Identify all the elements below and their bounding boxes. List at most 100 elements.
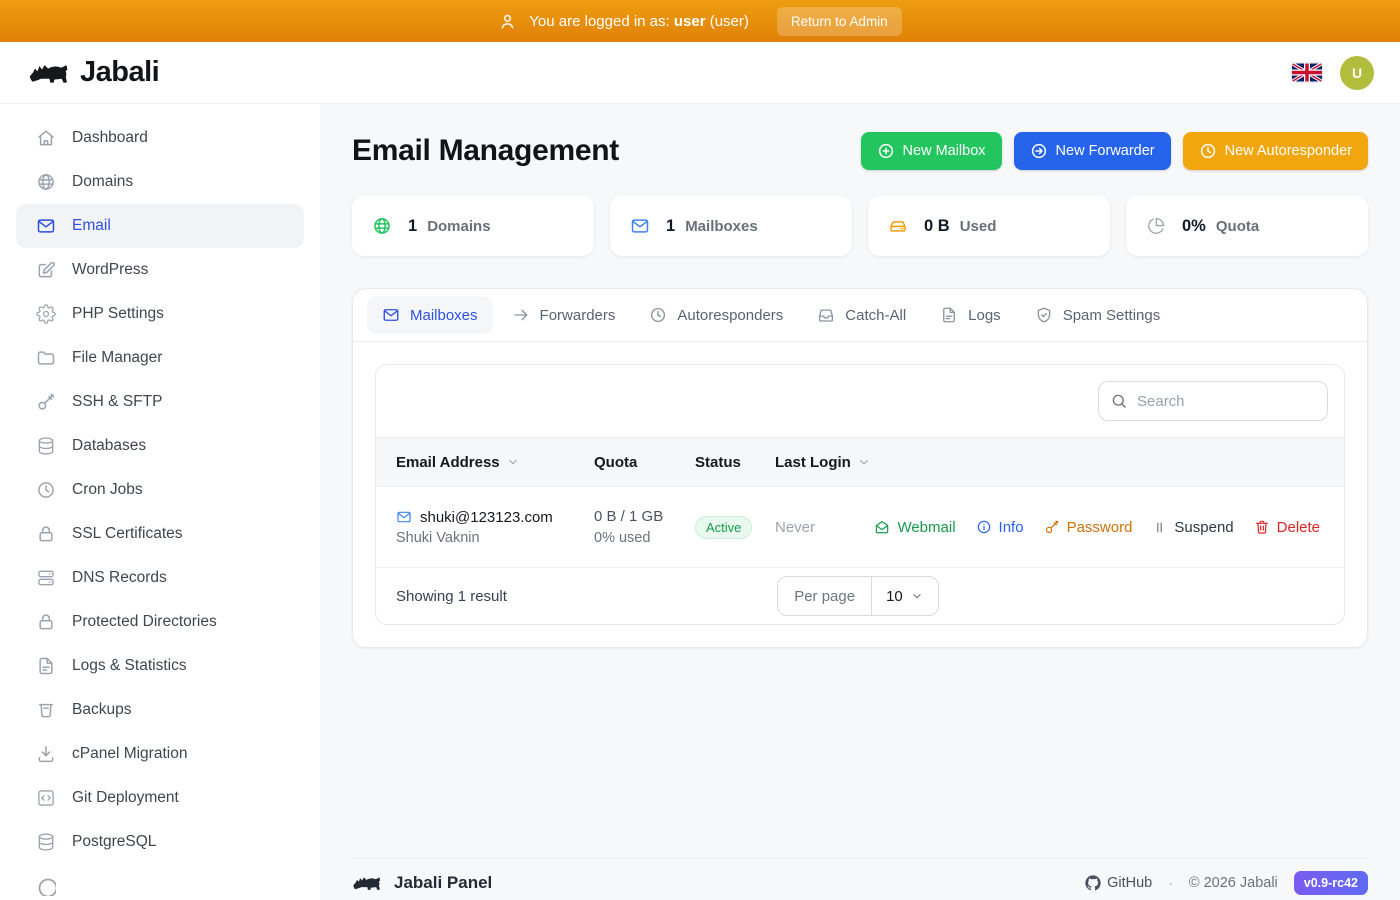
stat-card-used: 0 B Used	[868, 196, 1110, 256]
folder-icon	[36, 348, 56, 368]
version-badge: v0.9-rc42	[1293, 871, 1368, 895]
globe-icon	[372, 216, 392, 236]
sidebar-item-domains[interactable]: Domains	[16, 160, 304, 204]
search-input[interactable]	[1098, 381, 1328, 421]
user-avatar[interactable]: U	[1340, 55, 1374, 90]
per-page-select[interactable]: 10	[871, 577, 938, 615]
github-link[interactable]: GitHub	[1085, 875, 1152, 891]
new-forwarder-button[interactable]: New Forwarder	[1013, 132, 1171, 170]
footer-separator: ·	[1168, 875, 1173, 891]
chevron-down-icon	[506, 455, 520, 469]
status-badge: Active	[695, 515, 753, 539]
sidebar-item-dashboard[interactable]: Dashboard	[16, 116, 304, 160]
page-title: Email Management	[352, 134, 619, 167]
brand-logo[interactable]: Jabali	[28, 56, 160, 89]
clock-icon	[649, 306, 667, 324]
stat-label: Quota	[1215, 217, 1260, 235]
edit-icon	[36, 260, 56, 280]
stat-label: Domains	[427, 217, 491, 235]
table-row: shuki@123123.com Shuki Vaknin 0 B / 1 GB…	[376, 487, 1344, 568]
pause-icon	[1152, 520, 1167, 535]
column-header-status: Status	[695, 453, 741, 471]
clock-icon	[36, 480, 56, 500]
tab-mailboxes[interactable]: Mailboxes	[367, 296, 493, 334]
database-icon	[36, 832, 56, 852]
column-header-last-login[interactable]: Last Login	[775, 454, 1320, 471]
lock-icon	[36, 524, 56, 544]
file-text-icon	[940, 306, 958, 324]
last-login-value: Never	[775, 518, 816, 536]
mail-open-icon	[874, 519, 890, 535]
logged-in-role: (user)	[709, 12, 749, 30]
sidebar-item-ssh-sftp[interactable]: SSH & SFTP	[16, 380, 304, 424]
delete-action[interactable]: Delete	[1254, 519, 1320, 536]
email-panel: Mailboxes Forwarders Autoresponders Catc…	[352, 288, 1368, 648]
tab-autoresponders[interactable]: Autoresponders	[634, 296, 798, 334]
sidebar-item-logs-statistics[interactable]: Logs & Statistics	[16, 644, 304, 688]
shield-check-icon	[1035, 306, 1053, 324]
sidebar-item-cron-jobs[interactable]: Cron Jobs	[16, 468, 304, 512]
search-icon	[1110, 392, 1128, 410]
tab-catch-all[interactable]: Catch-All	[802, 296, 921, 334]
mailbox-owner: Shuki Vaknin	[396, 529, 480, 546]
arrow-right-circle-icon	[1030, 142, 1048, 160]
stat-card-domains: 1 Domains	[352, 196, 594, 256]
sidebar-item-postgresql[interactable]: PostgreSQL	[16, 820, 304, 864]
home-icon	[36, 128, 56, 148]
logged-in-username: user	[673, 12, 706, 30]
chevron-down-icon	[910, 589, 924, 603]
lock-icon	[36, 612, 56, 632]
return-to-admin-button[interactable]: Return to Admin	[776, 6, 902, 36]
mail-icon	[630, 216, 650, 236]
sidebar-item-file-manager[interactable]: File Manager	[16, 336, 304, 380]
stat-label: Mailboxes	[685, 217, 758, 235]
github-icon	[1085, 875, 1101, 891]
stat-value: 0%	[1182, 216, 1206, 235]
language-flag-uk-icon[interactable]	[1292, 63, 1322, 82]
person-icon	[498, 12, 517, 31]
tab-spam-settings[interactable]: Spam Settings	[1020, 296, 1176, 334]
tab-forwarders[interactable]: Forwarders	[497, 296, 631, 334]
pie-chart-icon	[1146, 216, 1166, 236]
pagination-row: Showing 1 result Per page 10	[376, 568, 1344, 624]
sidebar-item-partial[interactable]	[16, 864, 304, 900]
new-mailbox-button[interactable]: New Mailbox	[860, 132, 1002, 170]
suspend-action[interactable]: Suspend	[1152, 519, 1234, 536]
page-footer: Jabali Panel GitHub · © 2026 Jabali v0.9…	[352, 858, 1368, 900]
boar-logo-icon	[28, 59, 70, 87]
tab-bar: Mailboxes Forwarders Autoresponders Catc…	[353, 289, 1367, 342]
sidebar-item-php-settings[interactable]: PHP Settings	[16, 292, 304, 336]
sidebar-item-email[interactable]: Email	[16, 204, 304, 248]
per-page-control: Per page 10	[777, 576, 939, 616]
new-autoresponder-button[interactable]: New Autoresponder	[1182, 132, 1368, 170]
inbox-icon	[817, 306, 835, 324]
sidebar-item-backups[interactable]: Backups	[16, 688, 304, 732]
webmail-action[interactable]: Webmail	[874, 519, 956, 536]
trash-icon	[1254, 519, 1270, 535]
password-action[interactable]: Password	[1044, 519, 1132, 536]
column-header-quota: Quota	[594, 453, 638, 471]
download-icon	[36, 744, 56, 764]
stat-label: Used	[959, 217, 997, 235]
column-header-email-address[interactable]: Email Address	[396, 454, 594, 471]
sidebar-item-databases[interactable]: Databases	[16, 424, 304, 468]
stat-value: 1	[666, 216, 676, 235]
sidebar-item-dns-records[interactable]: DNS Records	[16, 556, 304, 600]
boar-logo-icon	[352, 873, 382, 893]
sidebar-item-cpanel-migration[interactable]: cPanel Migration	[16, 732, 304, 776]
info-action[interactable]: Info	[976, 519, 1024, 536]
globe-icon	[36, 172, 56, 192]
mailboxes-table-card: Email Address Quota Status Last Login	[375, 364, 1345, 625]
sidebar-item-protected-directories[interactable]: Protected Directories	[16, 600, 304, 644]
clock-icon	[1199, 142, 1217, 160]
hard-drive-icon	[888, 216, 908, 236]
sidebar-item-ssl-certificates[interactable]: SSL Certificates	[16, 512, 304, 556]
key-icon	[36, 392, 56, 412]
sidebar-item-git-deployment[interactable]: Git Deployment	[16, 776, 304, 820]
copyright-text: © 2026 Jabali	[1188, 875, 1278, 891]
per-page-label: Per page	[794, 587, 856, 605]
impersonation-banner: You are logged in as: user (user) Return…	[0, 0, 1400, 42]
sidebar-item-wordpress[interactable]: WordPress	[16, 248, 304, 292]
tab-logs[interactable]: Logs	[925, 296, 1016, 334]
database-icon	[36, 436, 56, 456]
